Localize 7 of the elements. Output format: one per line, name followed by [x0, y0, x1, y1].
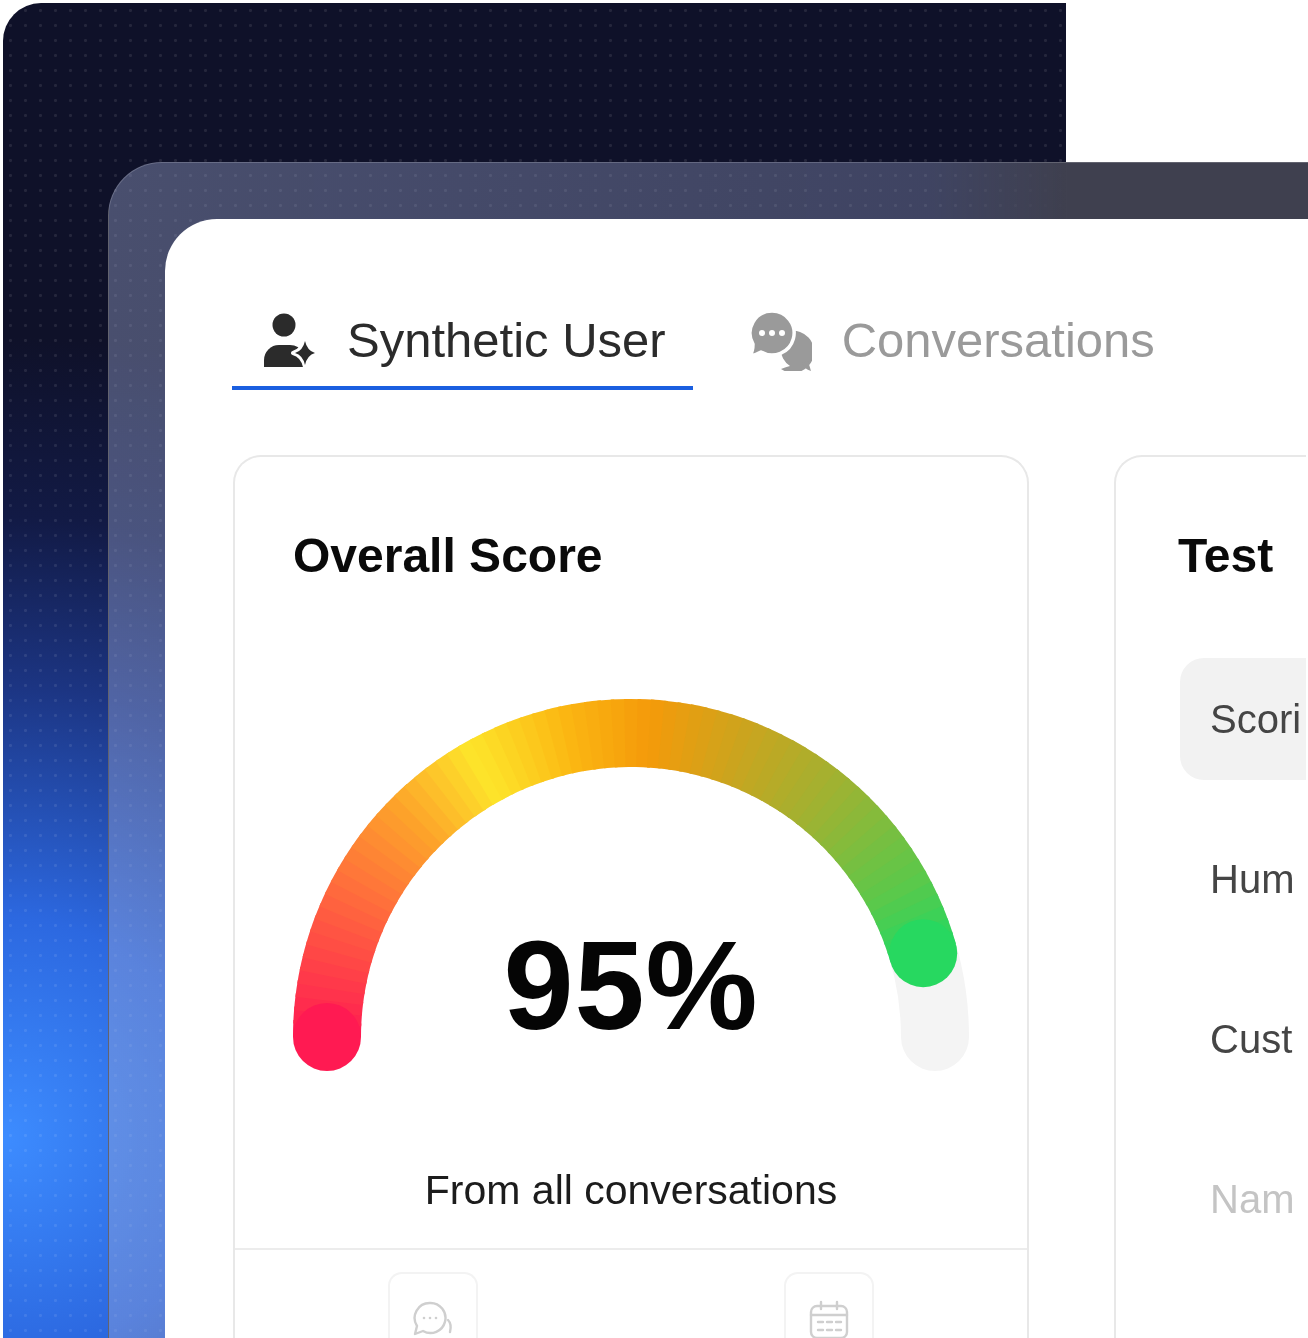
result-item[interactable]: Scori [1180, 658, 1306, 780]
card-title: Test [1178, 529, 1274, 583]
score-value: 95% [503, 923, 759, 1049]
score-caption: From all conversations [424, 1166, 838, 1214]
tab[interactable]: Synthetic User [232, 313, 693, 390]
card-title: Overall Score [293, 529, 603, 583]
user-sparkle-icon [263, 313, 317, 367]
